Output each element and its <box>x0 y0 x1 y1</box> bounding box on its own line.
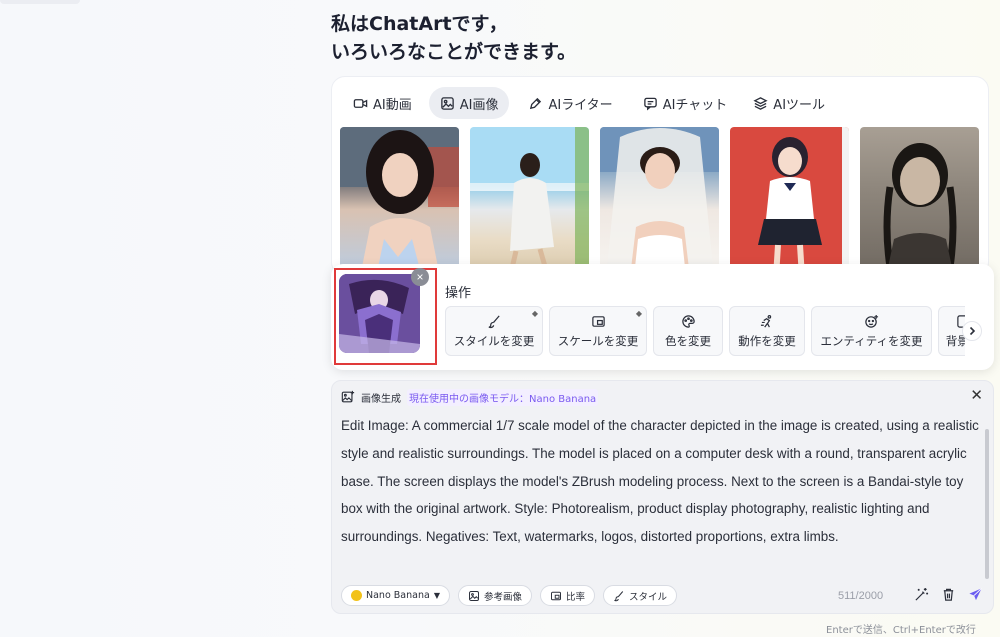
woman-beach-image[interactable] <box>470 127 589 275</box>
layers-icon <box>753 96 768 110</box>
chevron-right-icon <box>969 326 976 336</box>
tab-ai-tools[interactable]: AIツール <box>742 87 836 119</box>
ratio-label: 比率 <box>565 591 585 603</box>
reference-image-button[interactable]: 参考画像 <box>457 585 532 606</box>
tab-ai-chat[interactable]: AIチャット <box>632 87 739 119</box>
chat-icon <box>643 97 657 111</box>
change-scale-button[interactable]: ◆ スケールを変更 <box>549 306 647 356</box>
current-model-label: 現在使用中の画像モデル：Nano Banana <box>407 388 599 406</box>
image-icon <box>468 590 479 601</box>
change-style-label: スタイルを変更 <box>453 333 535 348</box>
headline-line-1: 私はChatArtです， <box>331 13 508 35</box>
change-color-button[interactable]: 色を変更 <box>653 306 723 356</box>
image-icon <box>440 96 454 110</box>
ratio-button[interactable]: 比率 <box>539 585 595 606</box>
operations-title: 操作 <box>445 286 472 301</box>
tab-label: AIツール <box>773 97 826 113</box>
feature-tabs: AI動画 AI画像 AIライター AIチャット AIツール <box>342 87 836 119</box>
bride-veil-image[interactable] <box>600 127 719 275</box>
page-headline: 私はChatArtです， いろいろなことができます。 <box>331 10 576 66</box>
remove-reference-button[interactable]: × <box>411 268 429 286</box>
close-editor-button[interactable]: ✕ <box>970 388 983 403</box>
editor-mode-label: 画像生成 <box>361 393 401 405</box>
change-motion-label: 動作を変更 <box>738 333 796 348</box>
motion-icon <box>760 314 771 327</box>
editor-toolbar: Nano Banana ▼ 参考画像 比率 スタイル <box>341 585 678 606</box>
operation-buttons: ◆ スタイルを変更 ◆ スケールを変更 色を変更 動作を変更 エンティティを変更… <box>445 306 965 356</box>
style-button[interactable]: スタイル <box>603 585 678 606</box>
change-color-label: 色を変更 <box>665 333 711 348</box>
smiley-plus-icon <box>865 314 879 328</box>
brush-icon <box>488 314 500 328</box>
change-scale-label: スケールを変更 <box>557 333 639 348</box>
tab-label: AIライター <box>548 97 613 113</box>
style-label: スタイル <box>629 591 668 603</box>
prompt-textarea[interactable]: Edit Image: A commercial 1/7 scale model… <box>341 412 981 576</box>
vintage-portrait-image[interactable] <box>860 127 979 275</box>
model-select-label: Nano Banana <box>366 590 430 601</box>
reference-image-label: 参考画像 <box>483 591 522 603</box>
pen-icon <box>530 97 542 109</box>
change-motion-button[interactable]: 動作を変更 <box>729 306 805 356</box>
change-entity-label: エンティティを変更 <box>820 333 923 348</box>
editor-actions <box>914 587 983 602</box>
tab-ai-writer[interactable]: AIライター <box>517 87 623 119</box>
sidebar-tab-edge <box>0 0 80 4</box>
sample-images <box>340 127 979 275</box>
banana-icon <box>351 590 362 601</box>
character-counter: 511/2000 <box>838 590 884 602</box>
headline-line-2: いろいろなことができます。 <box>331 41 577 63</box>
change-entity-button[interactable]: エンティティを変更 <box>811 306 932 356</box>
brush-icon <box>614 590 624 601</box>
editor-scrollbar[interactable] <box>985 429 989 579</box>
tab-ai-image[interactable]: AI画像 <box>428 87 510 119</box>
anime-schoolgirl-image[interactable] <box>730 127 849 275</box>
pro-badge-icon: ◆ <box>531 309 538 318</box>
prompt-editor: 画像生成 現在使用中の画像モデル：Nano Banana ✕ Edit Imag… <box>331 380 994 614</box>
portrait-woman-city-image[interactable] <box>340 127 459 275</box>
caret-down-icon: ▼ <box>433 591 440 600</box>
scroll-right-button[interactable] <box>962 321 982 341</box>
palette-icon <box>681 314 695 328</box>
change-style-button[interactable]: ◆ スタイルを変更 <box>445 306 543 356</box>
keyboard-hint: Enterで送信、Ctrl+Enterで改行 <box>826 625 976 636</box>
scale-icon <box>591 315 605 327</box>
uploaded-reference-image[interactable] <box>339 274 420 353</box>
tab-label: AI画像 <box>459 97 499 113</box>
tab-label: AIチャット <box>662 97 728 113</box>
editor-header: 画像生成 現在使用中の画像モデル：Nano Banana <box>341 388 599 406</box>
image-generate-icon <box>341 390 355 403</box>
send-icon[interactable] <box>968 587 983 602</box>
magic-wand-icon[interactable] <box>914 587 929 602</box>
video-icon <box>353 98 368 108</box>
tab-ai-video[interactable]: AI動画 <box>342 87 423 119</box>
feature-card: AI動画 AI画像 AIライター AIチャット AIツール <box>331 76 989 276</box>
tab-label: AI動画 <box>373 97 412 113</box>
pro-badge-icon: ◆ <box>635 309 642 318</box>
operation-panel: × 操作 ◆ スタイルを変更 ◆ スケールを変更 色を変更 動作を変更 エンティ… <box>331 264 994 370</box>
ratio-icon <box>550 591 561 600</box>
model-select[interactable]: Nano Banana ▼ <box>341 585 450 606</box>
change-background-button[interactable]: 背景を <box>938 306 965 356</box>
trash-icon[interactable] <box>941 587 956 602</box>
